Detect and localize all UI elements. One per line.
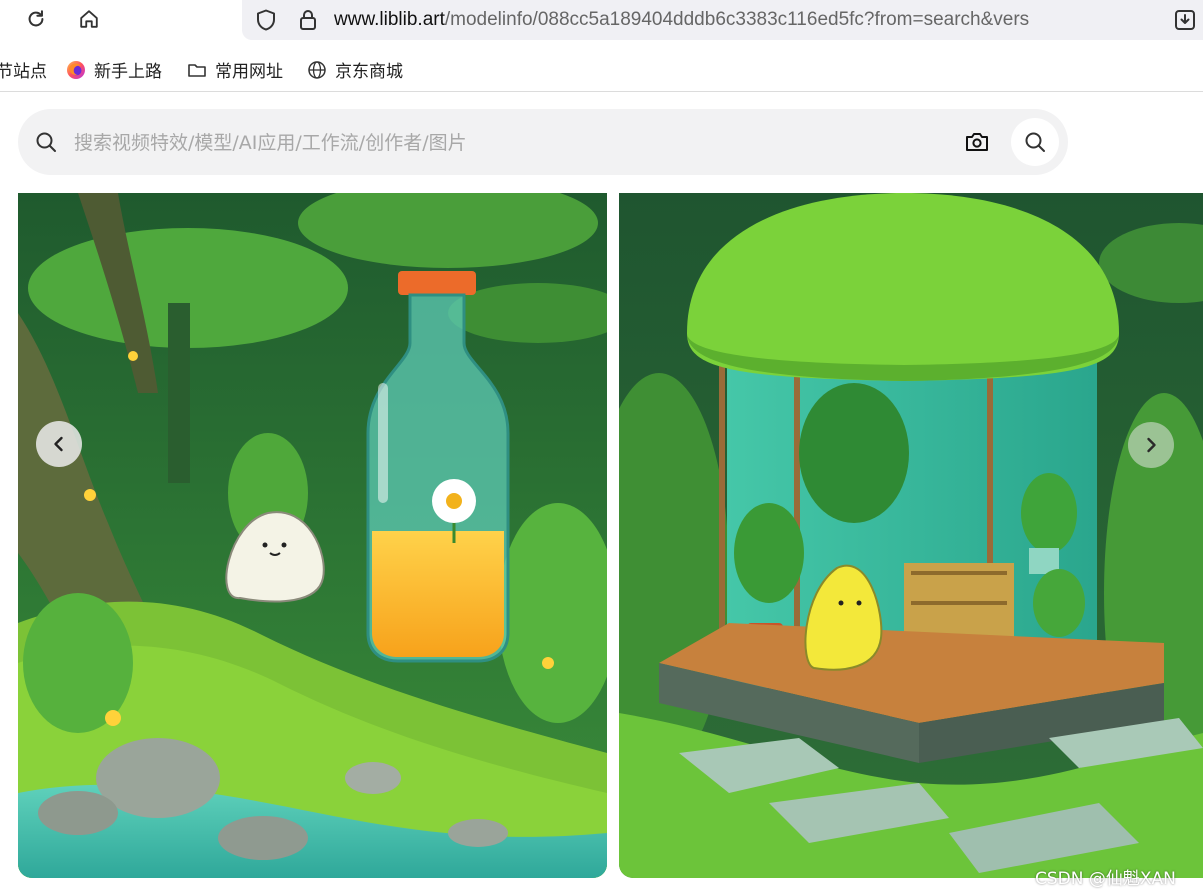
bookmark-label: 新手上路 (94, 61, 162, 82)
bookmark-sites[interactable]: 节站点 (0, 57, 47, 82)
address-bar[interactable]: www.liblib.art/modelinfo/088cc5a189404dd… (242, 0, 1203, 40)
url-path: /modelinfo/088cc5a189404dddb6c3383c116ed… (444, 9, 1030, 30)
browser-toolbar: www.liblib.art/modelinfo/088cc5a189404dd… (0, 0, 1203, 42)
bookmarks-bar: 节站点 新手上路 常用网址 京东商城 (0, 50, 1203, 88)
search-icon (1025, 132, 1045, 152)
moss-greenhouse-illustration (619, 193, 1203, 878)
chevron-left-icon (54, 436, 63, 452)
gallery-image-moss-greenhouse[interactable] (619, 193, 1203, 878)
bookmark-common-sites[interactable]: 常用网址 (187, 57, 283, 82)
globe-icon (307, 59, 327, 79)
bookmark-label: 节站点 (0, 61, 47, 82)
home-button[interactable] (74, 4, 104, 34)
firefox-icon (66, 59, 86, 79)
url-text[interactable]: www.liblib.art/modelinfo/088cc5a189404dd… (334, 8, 1162, 32)
camera-icon[interactable] (964, 130, 990, 154)
search-icon (36, 132, 56, 152)
bookmark-label: 京东商城 (335, 61, 403, 82)
gallery-image-forest-bottle[interactable] (18, 193, 607, 878)
home-icon (80, 10, 98, 28)
lock-icon[interactable] (296, 8, 320, 32)
chevron-right-icon (1147, 437, 1156, 453)
csdn-watermark: CSDN @仙魁XAN (1035, 869, 1176, 889)
reload-button[interactable] (21, 4, 51, 34)
url-domain: www.liblib.art (334, 9, 445, 30)
search-bar (18, 109, 1068, 175)
shield-icon[interactable] (254, 8, 278, 32)
search-input[interactable] (72, 126, 936, 160)
toolbar-divider (0, 91, 1203, 92)
carousel-next-button[interactable] (1128, 422, 1174, 468)
bookmark-label: 常用网址 (215, 61, 283, 82)
image-gallery (18, 193, 1203, 883)
bookmark-jd-mall[interactable]: 京东商城 (307, 57, 403, 82)
download-icon[interactable] (1173, 8, 1197, 32)
reload-icon (28, 10, 44, 27)
search-button[interactable] (1011, 118, 1059, 166)
forest-bottle-illustration (18, 193, 607, 878)
folder-icon (187, 59, 207, 79)
bookmark-getting-started[interactable]: 新手上路 (66, 57, 162, 82)
carousel-prev-button[interactable] (36, 421, 82, 467)
